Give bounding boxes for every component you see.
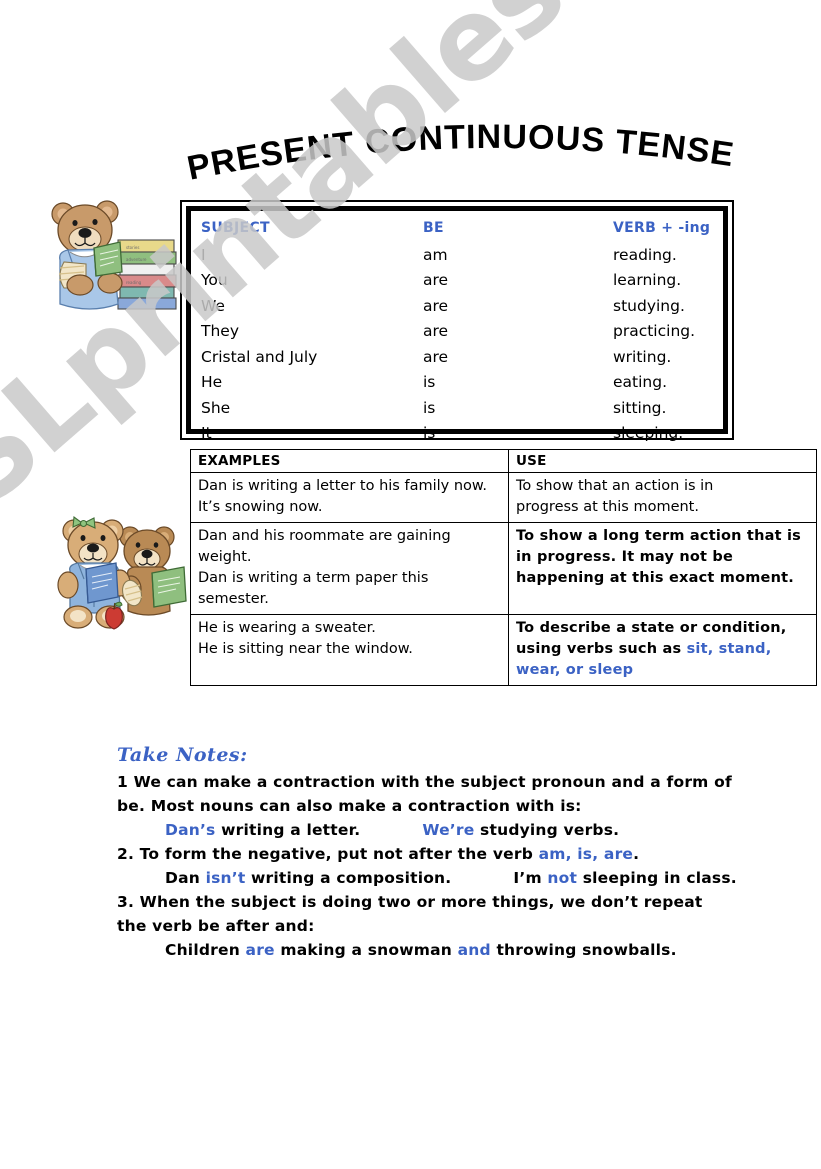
note-text: I’m — [513, 869, 548, 887]
cell-be: are — [423, 296, 449, 315]
conjugation-header-subject: SUBJECT — [201, 220, 270, 236]
table-row: They are practicing. — [201, 320, 717, 346]
cell-subject: Cristal and July — [201, 347, 318, 366]
example-sentence: Dan is writing a letter to his family no… — [198, 478, 488, 494]
cell-verb: studying. — [613, 296, 685, 315]
svg-text:stories: stories — [126, 245, 139, 250]
table-row: I am reading. — [201, 244, 717, 270]
cell-be: am — [423, 245, 448, 264]
teddy-bear-reading-icon: stories adventure reading — [34, 192, 184, 322]
cell-use: To describe a state or condition, using … — [508, 614, 817, 686]
cell-verb: reading. — [613, 245, 677, 264]
note-text: Dan — [165, 869, 206, 887]
cell-subject: We — [201, 296, 225, 315]
note-item-3-example: Children are making a snowman and throwi… — [117, 938, 737, 962]
note-text: studying verbs. — [474, 821, 620, 839]
note-item-2: 2. To form the negative, put not after t… — [117, 842, 737, 866]
two-teddy-bears-icon — [52, 497, 192, 641]
cell-be: is — [423, 398, 436, 417]
examples-header-examples: EXAMPLES — [190, 449, 509, 473]
table-row: It is sleeping. — [201, 422, 717, 448]
note-text: throwing snowballs. — [490, 941, 677, 959]
note-text: Children — [165, 941, 246, 959]
note-item-1-examples: Dan’s writing a letter. We’re studying ve… — [117, 818, 737, 842]
table-row: We are studying. — [201, 295, 717, 321]
cell-subject: They — [201, 322, 240, 340]
cell-verb: learning. — [613, 271, 682, 289]
note-highlight: We’re — [422, 821, 475, 839]
cell-examples: He is wearing a sweater. He is sitting n… — [190, 614, 509, 686]
table-row: You are learning. — [201, 269, 717, 295]
note-highlight: are — [245, 941, 275, 959]
table-row: Cristal and July are writing. — [201, 346, 717, 372]
table-row: He is eating. — [201, 371, 717, 397]
use-line: To show a long term action that is — [516, 528, 801, 544]
table-row: He is wearing a sweater. He is sitting n… — [190, 614, 817, 686]
note-highlight: isn’t — [205, 869, 246, 887]
example-sentence: He is wearing a sweater. — [198, 620, 376, 636]
note-text: . — [633, 845, 640, 863]
note-item-1: 1 We can make a contraction with the sub… — [117, 773, 738, 815]
example-sentence: Dan and his roommate are gaining weight. — [198, 528, 451, 565]
note-highlight: Dan’s — [165, 821, 216, 839]
notes-section: Take Notes: 1 We can make a contraction … — [117, 744, 737, 962]
note-text: sleeping in class. — [577, 869, 737, 887]
cell-verb: writing. — [613, 347, 672, 366]
note-highlight: and — [457, 941, 491, 959]
page-title: PRESENT CONTINUOUS TENSE — [0, 118, 821, 188]
cell-be: are — [423, 347, 449, 366]
table-row: Dan is writing a letter to his family no… — [190, 472, 817, 523]
worksheet-page: ESLprintables.com PRESENT CONTINUOUS TEN… — [0, 0, 821, 1169]
table-row: Dan and his roommate are gaining weight.… — [190, 522, 817, 615]
cell-verb: eating. — [613, 373, 668, 391]
note-text: 2. To form the negative, put not after t… — [117, 845, 539, 863]
cell-be: is — [423, 424, 436, 442]
note-text: making a snowman — [274, 941, 458, 959]
conjugation-table-frame: SUBJECT BE VERB + -ing I am reading. You — [180, 200, 734, 442]
title-arc-svg: PRESENT CONTINUOUS TENSE — [184, 118, 737, 188]
conjugation-header-verb: VERB + -ing — [613, 220, 711, 236]
cell-use: To show a long term action that is in pr… — [508, 522, 817, 615]
conjugation-table: SUBJECT BE VERB + -ing I am reading. You — [201, 217, 717, 442]
note-text: writing a letter. — [215, 821, 361, 839]
svg-text:reading: reading — [126, 280, 142, 285]
example-sentence: Dan is writing a term paper this semeste… — [198, 570, 429, 607]
example-sentence: He is sitting near the window. — [198, 641, 413, 657]
note-highlight: not — [547, 869, 578, 887]
notes-heading: Take Notes: — [117, 744, 248, 766]
use-line: in progress. It may not be — [516, 549, 734, 565]
conjugation-table-frame-inner: SUBJECT BE VERB + -ing I am reading. You — [186, 206, 728, 442]
note-text: writing a composition. — [245, 869, 452, 887]
cell-be: are — [423, 322, 449, 340]
examples-header-use: USE — [508, 449, 817, 473]
conjugation-header-row: SUBJECT BE VERB + -ing — [201, 217, 717, 244]
title-text: PRESENT CONTINUOUS TENSE — [184, 118, 737, 188]
cell-be: are — [423, 271, 449, 289]
use-line: progress at this moment. — [516, 499, 699, 515]
cell-verb: practicing. — [613, 322, 696, 340]
use-line: To show that an action is in — [516, 478, 714, 494]
cell-subject: I — [201, 245, 206, 264]
cell-subject: He — [201, 373, 223, 391]
cell-verb: sitting. — [613, 398, 667, 417]
svg-text:adventure: adventure — [126, 257, 147, 262]
cell-subject: She — [201, 398, 231, 417]
table-row: She is sitting. — [201, 397, 717, 423]
cell-subject: You — [201, 271, 228, 289]
conjugation-header-be: BE — [423, 220, 444, 236]
cell-subject: It — [201, 424, 212, 442]
note-item-2-examples: Dan isn’t writing a composition. I’m not … — [117, 866, 737, 890]
examples-header-row: EXAMPLES USE — [190, 449, 817, 473]
cell-examples: Dan is writing a letter to his family no… — [190, 472, 509, 523]
cell-examples: Dan and his roommate are gaining weight.… — [190, 522, 509, 615]
cell-use: To show that an action is in progress at… — [508, 472, 817, 523]
examples-use-table: EXAMPLES USE Dan is writing a letter to … — [190, 449, 817, 686]
note-highlight: am, is, are — [538, 845, 634, 863]
example-sentence: It’s snowing now. — [198, 499, 323, 515]
cell-verb: sleeping. — [613, 424, 684, 442]
cell-be: is — [423, 373, 436, 391]
note-item-3: 3. When the subject is doing two or more… — [117, 893, 709, 935]
use-line: happening at this exact moment. — [516, 570, 794, 586]
